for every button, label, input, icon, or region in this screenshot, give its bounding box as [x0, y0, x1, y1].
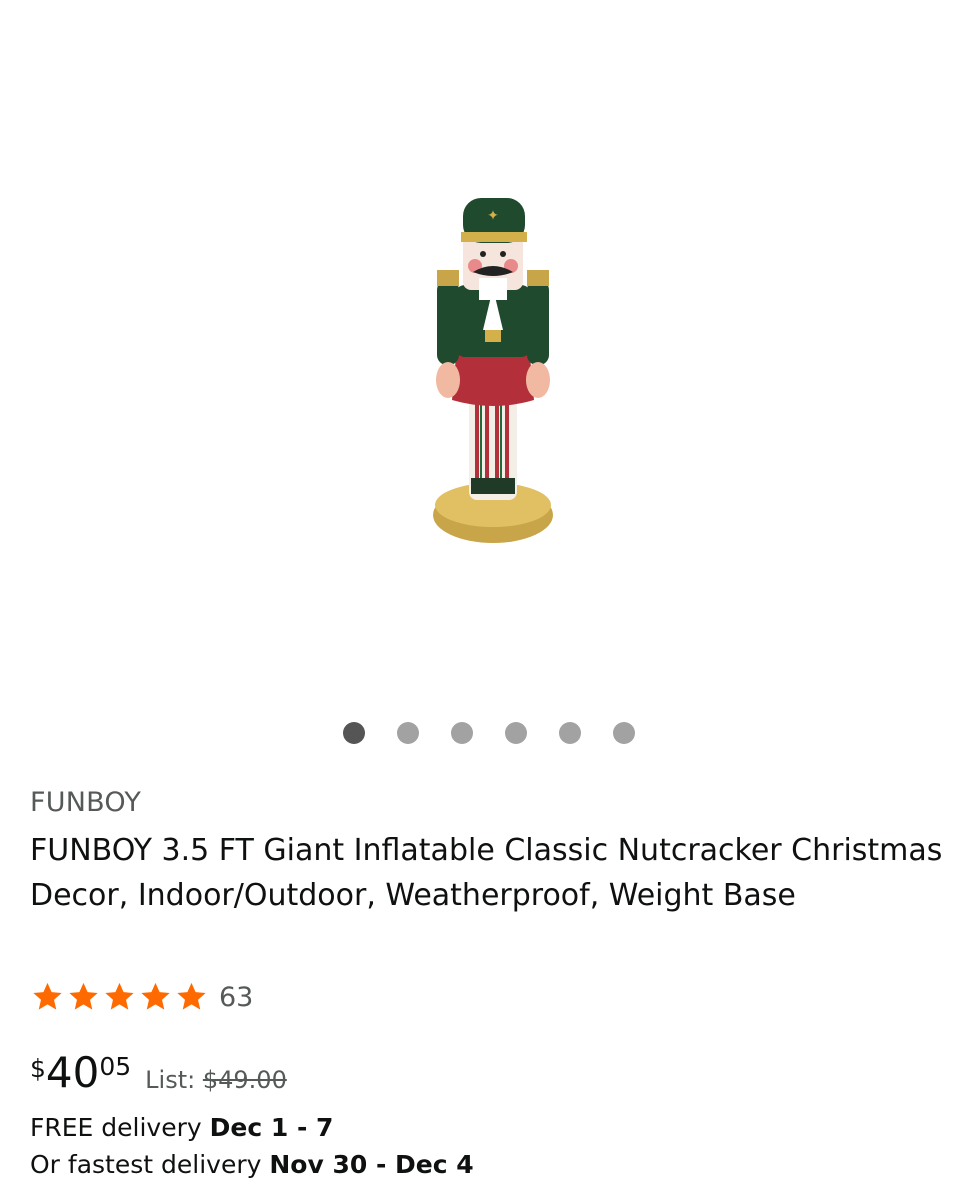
carousel-dot-2[interactable]: [397, 722, 419, 744]
carousel-dot-6[interactable]: [613, 722, 635, 744]
carousel-dot-3[interactable]: [451, 722, 473, 744]
price-row: $ 40 05 List: $49.00: [30, 1048, 287, 1098]
list-price: List: $49.00: [145, 1066, 287, 1094]
carousel-dot-5[interactable]: [559, 722, 581, 744]
product-title[interactable]: FUNBOY 3.5 FT Giant Inflatable Classic N…: [30, 828, 950, 918]
fastest-delivery: Or fastest delivery Nov 30 - Dec 4: [30, 1150, 474, 1179]
star-icon: [141, 982, 170, 1010]
carousel-dot-1[interactable]: [343, 722, 365, 744]
list-price-value: $49.00: [202, 1066, 287, 1094]
brand-name[interactable]: FUNBOY: [30, 787, 141, 818]
star-icon: [177, 982, 206, 1010]
rating-row[interactable]: 63: [30, 980, 253, 1014]
star-icon: [105, 982, 134, 1010]
free-delivery-label: FREE delivery: [30, 1113, 202, 1142]
fastest-delivery-label: Or fastest delivery: [30, 1150, 262, 1179]
price-fraction: 05: [99, 1052, 132, 1081]
free-delivery-dates: Dec 1 - 7: [209, 1113, 334, 1142]
free-delivery: FREE delivery Dec 1 - 7: [30, 1113, 333, 1142]
rating-count[interactable]: 63: [219, 982, 253, 1013]
carousel-dot-4[interactable]: [505, 722, 527, 744]
carousel-dots[interactable]: [0, 722, 978, 744]
image-gallery[interactable]: ✦: [0, 0, 978, 700]
star-rating[interactable]: [30, 980, 209, 1014]
svg-text:✦: ✦: [487, 208, 499, 224]
star-icon: [69, 982, 98, 1010]
star-icon: [33, 982, 62, 1010]
price-whole: 40: [45, 1048, 100, 1097]
price-symbol: $: [30, 1054, 46, 1083]
product-image[interactable]: ✦: [389, 180, 589, 550]
list-price-label: List:: [145, 1066, 196, 1094]
fastest-delivery-dates: Nov 30 - Dec 4: [269, 1150, 474, 1179]
